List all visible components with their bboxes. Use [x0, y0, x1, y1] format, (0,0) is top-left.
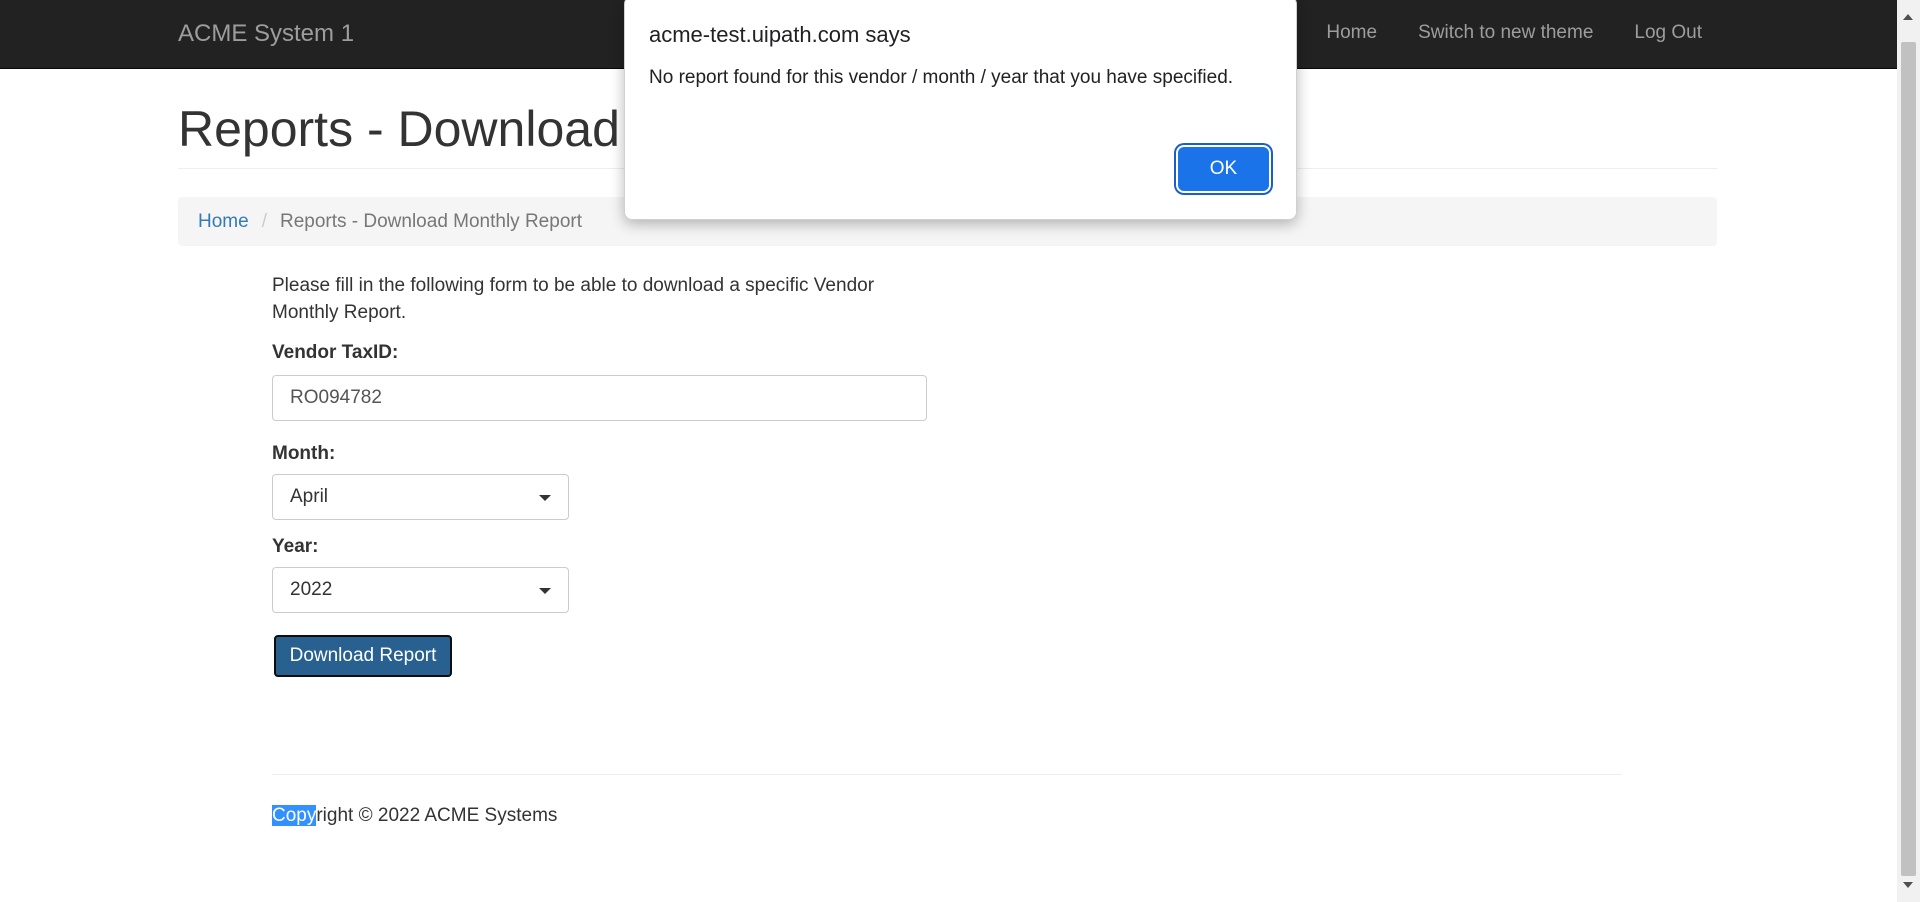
nav-switch-theme-link[interactable]: Switch to new theme [1418, 22, 1593, 44]
scroll-up-arrow-icon[interactable] [1903, 14, 1913, 20]
breadcrumb-current: Reports - Download Monthly Report [279, 210, 582, 232]
ok-button[interactable]: OK [1178, 147, 1269, 191]
footer-copyright: Copyright © 2022 ACME Systems [272, 805, 557, 827]
year-selected-value: 2022 [290, 579, 333, 600]
chevron-down-icon [539, 495, 551, 501]
chevron-down-icon [539, 588, 551, 594]
footer-text: right © 2022 ACME Systems [316, 805, 558, 826]
vendor-taxid-input[interactable] [272, 375, 927, 421]
month-selected-value: April [290, 486, 329, 507]
download-report-button[interactable]: Download Report [274, 635, 452, 677]
scroll-thumb[interactable] [1901, 42, 1916, 876]
form-intro-text: Please fill in the following form to be … [272, 275, 875, 323]
nav-home-link[interactable]: Home [1326, 22, 1377, 44]
footer-divider [272, 774, 1622, 775]
breadcrumb-home-link[interactable]: Home [198, 211, 249, 233]
vertical-scrollbar[interactable] [1897, 0, 1920, 902]
breadcrumb-separator: / [261, 210, 267, 232]
report-form: Please fill in the following form to be … [272, 272, 928, 677]
year-select[interactable]: 2022 [272, 567, 569, 613]
dialog-message: No report found for this vendor / month … [649, 67, 1234, 88]
dialog-title: acme-test.uipath.com says [649, 22, 911, 47]
selected-text: Copy [272, 805, 317, 826]
month-select[interactable]: April [272, 474, 569, 520]
vendor-taxid-label: Vendor TaxID: [272, 342, 399, 363]
month-label: Month: [272, 443, 336, 464]
scroll-down-arrow-icon[interactable] [1903, 882, 1913, 888]
brand-logo[interactable]: ACME System 1 [178, 20, 354, 48]
nav-logout-link[interactable]: Log Out [1634, 22, 1702, 44]
year-label: Year: [272, 536, 319, 557]
alert-dialog: acme-test.uipath.com says No report foun… [624, 0, 1297, 220]
nav-links: Home Switch to new theme Log Out [1326, 22, 1702, 44]
